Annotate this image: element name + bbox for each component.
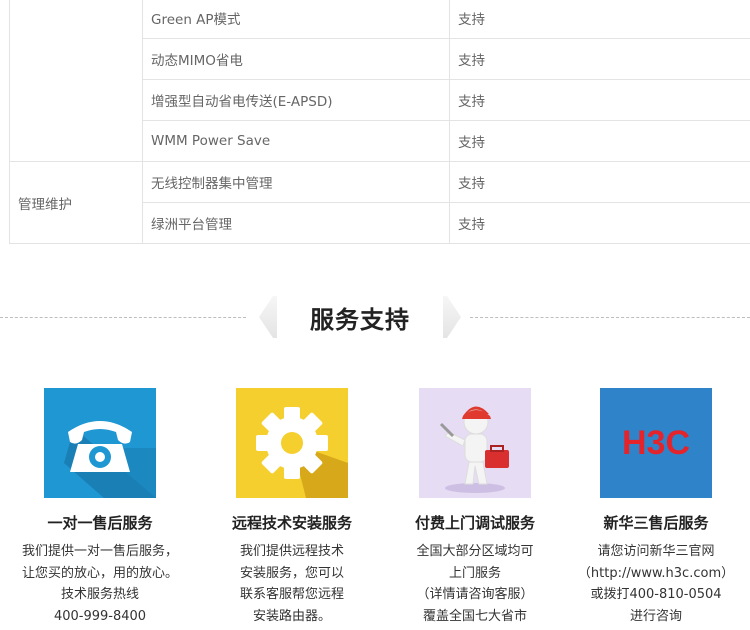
service-card-h3c: H3C 新华三售后服务 请您访问新华三官网 （http://www.h3c.co… bbox=[566, 388, 746, 627]
table-row: Green AP模式 支持 bbox=[9, 0, 750, 162]
value-cell: 支持 bbox=[449, 202, 750, 244]
value-cell: 支持 bbox=[449, 0, 750, 39]
service-description: 全国大部分区域均可 上门服务 （详情请咨询客服） 覆盖全国七大省市 bbox=[385, 541, 565, 627]
service-title: 远程技术安装服务 bbox=[231, 514, 352, 532]
logo-text: H3C bbox=[622, 424, 690, 462]
service-card-onsite: 付费上门调试服务 全国大部分区域均可 上门服务 （详情请咨询客服） 覆盖全国七大… bbox=[385, 388, 565, 627]
desc-line: 联系客服帮您远程 bbox=[239, 587, 344, 602]
desc-line: 让您买的放心，用的放心。 bbox=[21, 565, 178, 581]
desc-line: 全国大部分区域均可 bbox=[416, 544, 534, 559]
table-row: 管理维护 无线控制器集中管理 支持 bbox=[9, 161, 750, 244]
desc-line: 我们提供一对一售后服务， bbox=[21, 544, 178, 559]
section-banner-inner: 服务支持 bbox=[277, 296, 443, 338]
value-cell: 支持 bbox=[449, 161, 750, 203]
section-title: 服务支持 bbox=[310, 305, 410, 334]
category-cell bbox=[9, 0, 143, 162]
desc-line: 进行咨询 bbox=[629, 608, 682, 624]
service-description: 我们提供一对一售后服务， 让您买的放心，用的放心。 技术服务热线 400-999… bbox=[10, 541, 190, 627]
service-card-after-sales: 一对一售后服务 我们提供一对一售后服务， 让您买的放心，用的放心。 技术服务热线… bbox=[10, 388, 190, 627]
h3c-logo: H3C bbox=[600, 388, 712, 498]
desc-line: 安装路由器。 bbox=[252, 608, 331, 624]
section-header: 服务支持 bbox=[0, 292, 750, 342]
spec-table: Green AP模式 支持 动态MIMO省电 支持 增强型自动省电传送(E-AP… bbox=[9, 0, 750, 244]
feature-cell: 无线控制器集中管理 bbox=[142, 161, 450, 203]
hotline-number: 400-999-8400 bbox=[53, 608, 147, 624]
service-card-remote-install: 远程技术安装服务 我们提供远程技术 安装服务，您可以 联系客服帮您远程 安装路由… bbox=[202, 388, 382, 627]
feature-cell: 绿洲平台管理 bbox=[142, 202, 450, 244]
desc-line: 覆盖全国七大省市 bbox=[422, 608, 527, 624]
gear-icon bbox=[236, 388, 348, 498]
divider-right bbox=[470, 317, 750, 318]
service-description: 请您访问新华三官网 （http://www.h3c.com） 或拨打400-81… bbox=[566, 541, 746, 627]
divider-left bbox=[0, 317, 246, 318]
desc-line: 技术服务热线 bbox=[60, 587, 139, 602]
feature-cell: 增强型自动省电传送(E-APSD) bbox=[142, 79, 450, 121]
feature-cell: 动态MIMO省电 bbox=[142, 38, 450, 80]
service-title: 新华三售后服务 bbox=[603, 514, 709, 532]
telephone-icon bbox=[44, 388, 156, 498]
desc-line: 或拨打400-810-0504 bbox=[590, 587, 722, 602]
desc-line: 安装服务，您可以 bbox=[239, 565, 344, 581]
feature-cell: WMM Power Save bbox=[142, 120, 450, 162]
section-banner: 服务支持 bbox=[259, 296, 461, 338]
value-cell: 支持 bbox=[449, 38, 750, 80]
service-title: 一对一售后服务 bbox=[47, 514, 153, 532]
feature-cell: Green AP模式 bbox=[142, 0, 450, 39]
desc-line: （详情请咨询客服） bbox=[416, 587, 534, 602]
service-description: 我们提供远程技术 安装服务，您可以 联系客服帮您远程 安装路由器。 bbox=[202, 541, 382, 627]
desc-line: 上门服务 bbox=[448, 565, 501, 581]
technician-icon bbox=[419, 388, 531, 498]
desc-line: 我们提供远程技术 bbox=[239, 544, 344, 559]
website-link[interactable]: （http://www.h3c.com） bbox=[566, 563, 746, 585]
desc-line: 请您访问新华三官网 bbox=[597, 544, 715, 559]
value-cell: 支持 bbox=[449, 79, 750, 121]
category-cell: 管理维护 bbox=[9, 161, 143, 244]
value-cell: 支持 bbox=[449, 120, 750, 162]
service-title: 付费上门调试服务 bbox=[414, 514, 535, 532]
